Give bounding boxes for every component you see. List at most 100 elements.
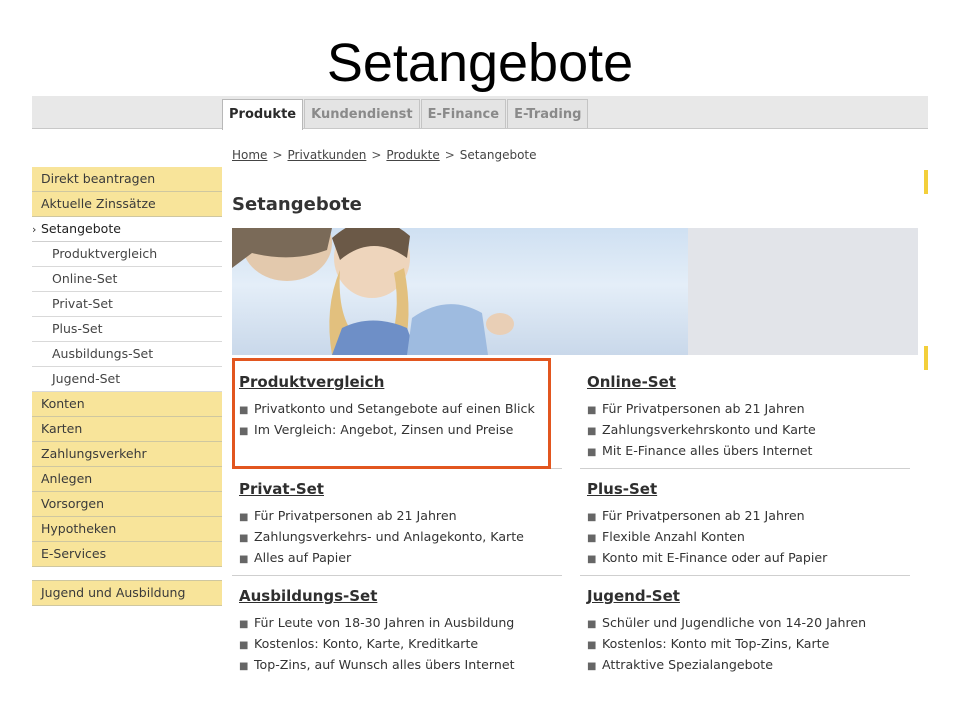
- feature-text: Kostenlos: Konto, Karte, Kreditkarte: [254, 636, 479, 651]
- tab-kundendienst[interactable]: Kundendienst: [304, 99, 420, 128]
- top-navigation-bar: Produkte Kundendienst E-Finance E-Tradin…: [32, 96, 928, 130]
- breadcrumb-separator: >: [272, 148, 283, 162]
- bullet-icon: ■: [239, 619, 249, 630]
- bullet-icon: ■: [587, 554, 597, 565]
- feature-text: Für Privatpersonen ab 21 Jahren: [602, 508, 805, 523]
- product-title-link[interactable]: Online-Set: [587, 373, 676, 391]
- feature-text: Alles auf Papier: [254, 550, 352, 565]
- product-card-online-set: Online-Set ■ Für Privatpersonen ab 21 Jah…: [580, 364, 910, 469]
- list-item: ■ Privatkonto und Setangebote auf einen B…: [239, 398, 535, 419]
- bullet-icon: ■: [587, 447, 597, 458]
- list-item: ■ Attraktive Spezialangebote: [587, 654, 866, 675]
- sidebar-item-setangebote[interactable]: › Setangebote: [32, 217, 222, 242]
- product-title-link[interactable]: Plus-Set: [587, 480, 657, 498]
- bullet-icon: ■: [239, 533, 249, 544]
- sidebar-subitem-privat-set[interactable]: Privat-Set: [32, 292, 222, 317]
- breadcrumb-separator: >: [444, 148, 455, 162]
- page-title: Setangebote: [232, 194, 362, 215]
- breadcrumb-produkte[interactable]: Produkte: [386, 148, 439, 162]
- sidebar-subitem-jugend-set[interactable]: Jugend-Set: [32, 367, 222, 392]
- sidebar-subitem-online-set[interactable]: Online-Set: [32, 267, 222, 292]
- sidebar-item-hypotheken[interactable]: Hypotheken: [32, 517, 222, 542]
- product-card-plus-set: Plus-Set ■ Für Privatpersonen ab 21 Jahre…: [580, 471, 910, 576]
- product-title-link[interactable]: Ausbildungs-Set: [239, 587, 377, 605]
- sidebar-item-label: Setangebote: [41, 221, 121, 236]
- product-features: ■ Schüler und Jugendliche von 14-20 Jahre…: [587, 612, 866, 675]
- list-item: ■ Für Leute von 18-30 Jahren in Ausbildun…: [239, 612, 515, 633]
- breadcrumb-privatkunden[interactable]: Privatkunden: [288, 148, 367, 162]
- sidebar-subitem-plus-set[interactable]: Plus-Set: [32, 317, 222, 342]
- sidebar-item-jugend-und-ausbildung[interactable]: Jugend und Ausbildung: [32, 580, 222, 606]
- bullet-icon: ■: [239, 661, 249, 672]
- list-item: ■ Für Privatpersonen ab 21 Jahren: [587, 398, 816, 419]
- breadcrumb-home[interactable]: Home: [232, 148, 267, 162]
- bullet-icon: ■: [587, 512, 597, 523]
- sidebar-subitem-ausbildungs-set[interactable]: Ausbildungs-Set: [32, 342, 222, 367]
- feature-text: Zahlungsverkehrs- und Anlagekonto, Karte: [254, 529, 524, 544]
- breadcrumb-current: Setangebote: [459, 148, 537, 162]
- tab-e-finance[interactable]: E-Finance: [420, 99, 507, 128]
- tab-e-trading[interactable]: E-Trading: [507, 99, 589, 128]
- feature-text: Für Privatpersonen ab 21 Jahren: [254, 508, 457, 523]
- browser-screenshot: Produkte Kundendienst E-Finance E-Tradin…: [32, 96, 928, 696]
- product-card-ausbildungs-set: Ausbildungs-Set ■ Für Leute von 18-30 Jah…: [232, 578, 562, 682]
- feature-text: Privatkonto und Setangebote auf einen Bl…: [254, 401, 535, 416]
- tab-produkte[interactable]: Produkte: [222, 99, 304, 130]
- sidebar-item-anlegen[interactable]: Anlegen: [32, 467, 222, 492]
- list-item: ■ Schüler und Jugendliche von 14-20 Jahre…: [587, 612, 866, 633]
- feature-text: Mit E-Finance alles übers Internet: [602, 443, 813, 458]
- bullet-icon: ■: [239, 640, 249, 651]
- sidebar-item-karten[interactable]: Karten: [32, 417, 222, 442]
- bullet-icon: ■: [587, 405, 597, 416]
- hero-photo: [232, 228, 688, 355]
- list-item: ■ Top-Zins, auf Wunsch alles übers Intern…: [239, 654, 515, 675]
- feature-text: Attraktive Spezialangebote: [602, 657, 773, 672]
- list-item: ■ Für Privatpersonen ab 21 Jahren: [239, 505, 524, 526]
- product-features: ■ Für Leute von 18-30 Jahren in Ausbildun…: [239, 612, 515, 675]
- bullet-icon: ■: [587, 619, 597, 630]
- breadcrumb: Home > Privatkunden > Produkte > Setangebote: [232, 148, 537, 162]
- product-title-link[interactable]: Produktvergleich: [239, 373, 384, 391]
- accent-bar: [924, 346, 928, 370]
- list-item: ■ Für Privatpersonen ab 21 Jahren: [587, 505, 827, 526]
- feature-text: Für Privatpersonen ab 21 Jahren: [602, 401, 805, 416]
- feature-text: Zahlungsverkehrskonto und Karte: [602, 422, 816, 437]
- product-card-jugend-set: Jugend-Set ■ Schüler und Jugendliche von …: [580, 578, 910, 682]
- bullet-icon: ■: [587, 661, 597, 672]
- product-title-link[interactable]: Jugend-Set: [587, 587, 680, 605]
- accent-bar: [924, 170, 928, 194]
- list-item: ■ Alles auf Papier: [239, 547, 524, 568]
- sidebar-nav: Direkt beantragen Aktuelle Zinssätze › Se…: [32, 167, 222, 606]
- bullet-icon: ■: [587, 640, 597, 651]
- bullet-icon: ■: [587, 426, 597, 437]
- product-card-produktvergleich: Produktvergleich ■ Privatkonto und Setang…: [232, 364, 562, 469]
- product-features: ■ Privatkonto und Setangebote auf einen B…: [239, 398, 535, 440]
- bullet-icon: ■: [587, 533, 597, 544]
- sidebar-item-konten[interactable]: Konten: [32, 392, 222, 417]
- feature-text: Im Vergleich: Angebot, Zinsen und Preise: [254, 422, 514, 437]
- list-item: ■ Flexible Anzahl Konten: [587, 526, 827, 547]
- feature-text: Für Leute von 18-30 Jahren in Ausbildung: [254, 615, 515, 630]
- sidebar-item-zahlungsverkehr[interactable]: Zahlungsverkehr: [32, 442, 222, 467]
- sidebar-item-vorsorgen[interactable]: Vorsorgen: [32, 492, 222, 517]
- slide-title: Setangebote: [326, 33, 634, 93]
- sidebar-subitem-produktvergleich[interactable]: Produktvergleich: [32, 242, 222, 267]
- sidebar-item-direkt-beantragen[interactable]: Direkt beantragen: [32, 167, 222, 192]
- product-card-privat-set: Privat-Set ■ Für Privatpersonen ab 21 Jah…: [232, 471, 562, 576]
- bullet-icon: ■: [239, 512, 249, 523]
- sidebar-item-e-services[interactable]: E-Services: [32, 542, 222, 567]
- list-item: ■ Im Vergleich: Angebot, Zinsen und Preis…: [239, 419, 535, 440]
- feature-text: Schüler und Jugendliche von 14-20 Jahren: [602, 615, 867, 630]
- breadcrumb-separator: >: [371, 148, 382, 162]
- feature-text: Kostenlos: Konto mit Top-Zins, Karte: [602, 636, 830, 651]
- list-item: ■ Zahlungsverkehrskonto und Karte: [587, 419, 816, 440]
- bullet-icon: ■: [239, 405, 249, 416]
- list-item: ■ Mit E-Finance alles übers Internet: [587, 440, 816, 461]
- feature-text: Top-Zins, auf Wunsch alles übers Interne…: [254, 657, 515, 672]
- sidebar-item-aktuelle-zinssaetze[interactable]: Aktuelle Zinssätze: [32, 192, 222, 217]
- product-features: ■ Für Privatpersonen ab 21 Jahren ■ Flexib…: [587, 505, 827, 568]
- bullet-icon: ■: [239, 554, 249, 565]
- product-features: ■ Für Privatpersonen ab 21 Jahren ■ Zahlun…: [239, 505, 524, 568]
- product-title-link[interactable]: Privat-Set: [239, 480, 324, 498]
